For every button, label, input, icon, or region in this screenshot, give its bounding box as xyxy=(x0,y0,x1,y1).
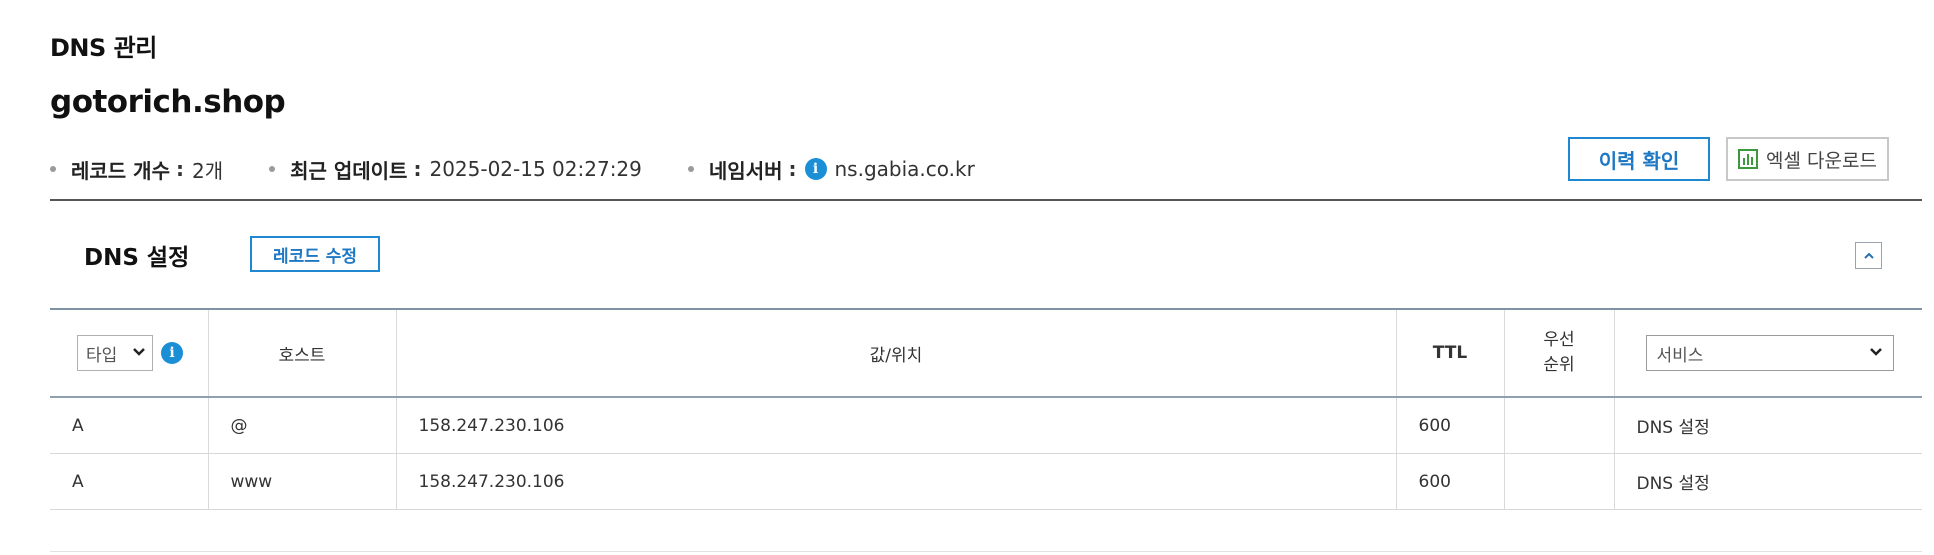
meta-nameserver: 네임서버 : i ns.gabia.co.kr xyxy=(687,155,975,184)
dns-management-page: DNS 관리 gotorich.shop 레코드 개수 : 2개 최근 업데이트… xyxy=(0,0,1934,555)
table-row: A www 158.247.230.106 600 DNS 설정 xyxy=(50,453,1922,510)
bullet-dot xyxy=(687,166,694,172)
colon: : xyxy=(175,157,184,181)
header-value: 값/위치 xyxy=(395,308,1396,398)
record-count-label: 레코드 개수 xyxy=(71,158,170,183)
cell-priority xyxy=(1503,397,1614,454)
nameserver-value: ns.gabia.co.kr xyxy=(834,157,975,181)
collapse-button[interactable] xyxy=(1855,242,1882,269)
type-filter-select[interactable]: 타입 xyxy=(77,335,153,371)
bullet-dot xyxy=(269,166,276,172)
meta-record-count: 레코드 개수 : 2개 xyxy=(50,155,223,184)
info-icon[interactable]: i xyxy=(804,158,827,180)
header-service: 서비스 xyxy=(1613,308,1922,398)
chevron-down-icon xyxy=(133,348,145,356)
excel-download-button[interactable]: 엑셀 다운로드 xyxy=(1726,137,1889,181)
meta-last-updated: 최근 업데이트 : 2025-02-15 02:27:29 xyxy=(269,155,642,184)
bullet-dot xyxy=(50,166,56,172)
cell-type: A xyxy=(50,397,208,454)
nameserver-label: 네임서버 xyxy=(708,158,783,183)
cell-ttl: 600 xyxy=(1395,453,1504,510)
chevron-up-icon xyxy=(1863,252,1874,259)
dns-records-table: 타입 i 호스트 값/위치 TTL 우선 순위 서비스 A @ 158.247.… xyxy=(50,308,1922,510)
type-filter-value: 타입 xyxy=(86,345,118,366)
table-header-row: 타입 i 호스트 값/위치 TTL 우선 순위 서비스 xyxy=(50,308,1922,398)
header-priority-line1: 우선 xyxy=(1543,329,1575,350)
cell-host: @ xyxy=(207,397,396,454)
history-button[interactable]: 이력 확인 xyxy=(1568,137,1710,181)
cell-service: DNS 설정 xyxy=(1613,453,1922,510)
bottom-divider xyxy=(50,551,1922,552)
table-row: A @ 158.247.230.106 600 DNS 설정 xyxy=(50,397,1922,454)
cell-host: www xyxy=(207,453,396,510)
colon: : xyxy=(413,157,422,181)
colon: : xyxy=(788,157,797,181)
cell-type: A xyxy=(50,453,208,510)
last-updated-value: 2025-02-15 02:27:29 xyxy=(429,157,642,181)
service-filter-value: 서비스 xyxy=(1656,345,1704,366)
cell-value: 158.247.230.106 xyxy=(395,453,1396,510)
header-divider xyxy=(50,199,1922,201)
domain-title: gotorich.shop xyxy=(50,84,286,120)
excel-download-label: 엑셀 다운로드 xyxy=(1766,149,1877,172)
last-updated-label: 최근 업데이트 xyxy=(290,158,408,183)
header-ttl: TTL xyxy=(1395,308,1504,398)
edit-record-button[interactable]: 레코드 수정 xyxy=(250,236,380,272)
section-title: DNS 설정 xyxy=(84,245,190,271)
meta-info-row: 레코드 개수 : 2개 최근 업데이트 : 2025-02-15 02:27:2… xyxy=(50,154,1021,184)
info-icon[interactable]: i xyxy=(161,342,183,364)
cell-priority xyxy=(1503,453,1614,510)
header-type: 타입 i xyxy=(50,308,208,398)
page-label: DNS 관리 xyxy=(50,34,157,62)
header-host: 호스트 xyxy=(207,308,396,398)
record-count-value: 2개 xyxy=(191,158,224,183)
cell-value: 158.247.230.106 xyxy=(395,397,1396,454)
header-priority: 우선 순위 xyxy=(1503,308,1614,398)
chart-icon xyxy=(1738,149,1759,169)
service-filter-select[interactable]: 서비스 xyxy=(1645,335,1894,371)
header-priority-line2: 순위 xyxy=(1543,355,1575,375)
cell-ttl: 600 xyxy=(1395,397,1504,454)
cell-service: DNS 설정 xyxy=(1613,397,1922,454)
chevron-down-icon xyxy=(1869,348,1882,356)
